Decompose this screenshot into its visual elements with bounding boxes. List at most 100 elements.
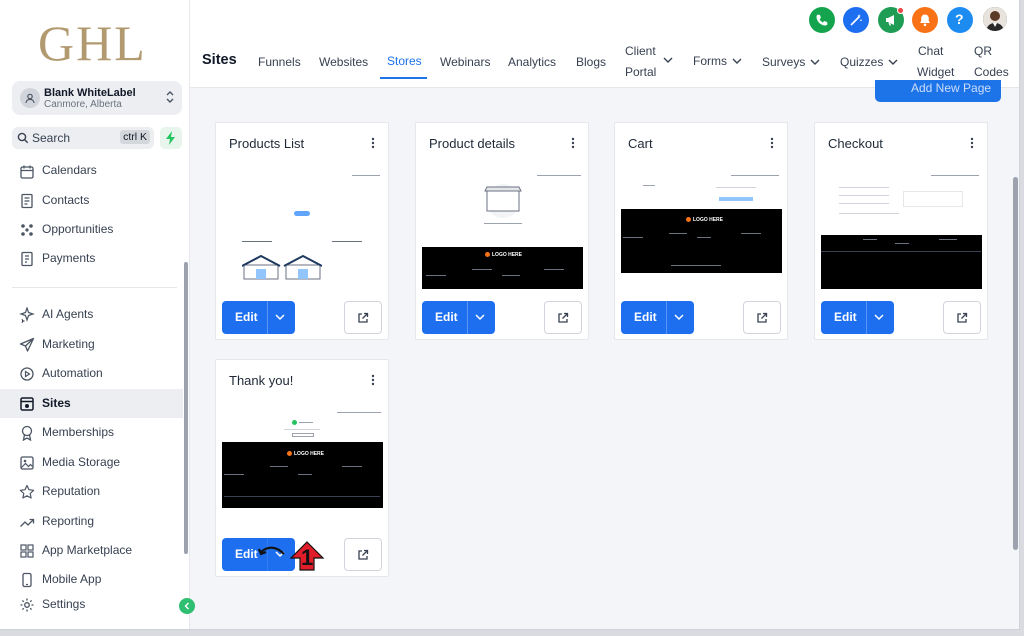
open-external-button[interactable] bbox=[344, 538, 382, 571]
tab-label-line1: Chat bbox=[918, 44, 944, 58]
tab-chat-widget[interactable]: Chat Widget bbox=[917, 44, 959, 80]
search-placeholder: Search bbox=[32, 131, 71, 145]
tab-analytics[interactable]: Analytics bbox=[508, 55, 556, 69]
tab-webinars[interactable]: Webinars bbox=[440, 55, 490, 69]
account-switcher[interactable]: Blank WhiteLabel Canmore, Alberta bbox=[12, 81, 182, 115]
open-external-button[interactable] bbox=[743, 301, 781, 334]
tab-client-portal[interactable]: Client Portal bbox=[625, 44, 675, 80]
search-input[interactable]: Search ctrl K bbox=[12, 127, 154, 149]
edit-button[interactable]: Edit bbox=[422, 301, 495, 334]
sidebar-item-label: Payments bbox=[42, 251, 96, 265]
sidebar-item-label: Automation bbox=[42, 366, 103, 380]
sidebar-item-reputation[interactable]: Reputation bbox=[0, 477, 183, 506]
external-link-icon bbox=[957, 312, 968, 323]
open-external-button[interactable] bbox=[344, 301, 382, 334]
chevron-down-icon[interactable] bbox=[275, 313, 285, 321]
tab-label: Forms bbox=[693, 54, 727, 68]
sidebar-item-ai-agents[interactable]: AI Agents bbox=[0, 300, 183, 329]
app-window: GHL Blank WhiteLabel Canmore, Alberta Se… bbox=[0, 0, 1020, 630]
calendar-icon bbox=[20, 165, 34, 179]
card-title: Product details bbox=[429, 136, 515, 151]
notifications-button[interactable] bbox=[912, 7, 938, 33]
sidebar-item-label: Contacts bbox=[42, 193, 90, 207]
brand-logo[interactable]: GHL bbox=[38, 14, 147, 72]
sidebar-item-app-marketplace[interactable]: App Marketplace bbox=[0, 536, 183, 565]
search-icon bbox=[17, 132, 29, 144]
external-link-icon bbox=[558, 312, 569, 323]
main-scrollbar[interactable] bbox=[1013, 177, 1018, 550]
tab-websites[interactable]: Websites bbox=[319, 55, 368, 69]
edit-button[interactable]: Edit bbox=[222, 301, 295, 334]
add-new-page-button[interactable]: Add New Page bbox=[875, 80, 1001, 102]
avatar[interactable] bbox=[983, 7, 1007, 31]
sidebar-item-opportunities[interactable]: Opportunities bbox=[0, 215, 183, 244]
sidebar-item-sites[interactable]: Sites bbox=[0, 389, 183, 418]
sidebar-item-automation[interactable]: Automation bbox=[0, 359, 183, 388]
more-vertical-icon[interactable] bbox=[571, 137, 575, 149]
star-icon bbox=[19, 484, 35, 499]
sidebar-item-settings[interactable]: Settings bbox=[0, 590, 183, 619]
tab-funnels[interactable]: Funnels bbox=[258, 55, 301, 69]
sidebar-item-contacts[interactable]: Contacts bbox=[0, 186, 183, 215]
sidebar-item-calendars[interactable]: Calendars bbox=[0, 157, 183, 186]
edit-label: Edit bbox=[435, 310, 458, 324]
tab-qr-codes[interactable]: QR Codes bbox=[974, 44, 1014, 80]
sidebar-scrollbar[interactable] bbox=[184, 262, 188, 554]
external-link-icon bbox=[358, 312, 369, 323]
sidebar-item-marketing[interactable]: Marketing bbox=[0, 330, 183, 359]
sidebar-item-reporting[interactable]: Reporting bbox=[0, 507, 183, 536]
chevron-updown-icon bbox=[165, 89, 175, 110]
tab-label-line2: Portal bbox=[625, 65, 657, 79]
search-shortcut: ctrl K bbox=[120, 130, 150, 144]
chevron-down-icon[interactable] bbox=[874, 313, 884, 321]
quick-actions-button[interactable] bbox=[160, 127, 182, 149]
tab-surveys[interactable]: Surveys bbox=[762, 55, 822, 71]
add-new-page-label: Add New Page bbox=[911, 81, 992, 95]
location-icon bbox=[20, 88, 40, 108]
page-card-checkout[interactable]: Checkout Edit bbox=[814, 122, 988, 340]
page-thumbnail[interactable]: LOGO HERE bbox=[422, 173, 583, 289]
page-card-product-details[interactable]: Product details LOGO HERE Edit bbox=[415, 122, 589, 340]
chevron-down-icon[interactable] bbox=[475, 313, 485, 321]
tab-label: Quizzes bbox=[840, 55, 884, 69]
megaphone-icon bbox=[886, 15, 894, 26]
tab-blogs[interactable]: Blogs bbox=[576, 55, 606, 69]
phone-button[interactable] bbox=[809, 7, 835, 33]
tab-quizzes[interactable]: Quizzes bbox=[840, 55, 900, 71]
image-icon bbox=[20, 456, 34, 470]
send-icon bbox=[19, 337, 35, 352]
tab-label-line1: QR bbox=[974, 44, 992, 58]
collapse-sidebar-button[interactable] bbox=[179, 598, 195, 614]
automation-icon bbox=[20, 367, 34, 381]
more-vertical-icon[interactable] bbox=[770, 137, 774, 149]
sidebar-item-payments[interactable]: Payments bbox=[0, 244, 183, 273]
more-vertical-icon[interactable] bbox=[970, 137, 974, 149]
page-card-products-list[interactable]: Products List Edit bbox=[215, 122, 389, 340]
sidebar-item-label: Marketing bbox=[42, 337, 95, 351]
open-external-button[interactable] bbox=[544, 301, 582, 334]
edit-button[interactable]: Edit bbox=[621, 301, 694, 334]
sidebar-item-label: Settings bbox=[42, 597, 86, 611]
more-vertical-icon[interactable] bbox=[371, 137, 375, 149]
tab-label-line2: Codes bbox=[974, 65, 1009, 79]
page-thumbnail[interactable] bbox=[222, 173, 383, 289]
more-vertical-icon[interactable] bbox=[371, 374, 375, 386]
tab-stores[interactable]: Stores bbox=[387, 54, 422, 68]
open-external-button[interactable] bbox=[943, 301, 981, 334]
magic-button[interactable] bbox=[843, 7, 869, 33]
chevron-down-icon[interactable] bbox=[674, 313, 684, 321]
page-card-cart[interactable]: Cart LOGO HERE Edit bbox=[614, 122, 788, 340]
page-thumbnail[interactable]: LOGO HERE bbox=[222, 410, 383, 516]
sidebar-item-label: Calendars bbox=[42, 163, 97, 177]
help-icon: ? bbox=[955, 11, 964, 27]
page-thumbnail[interactable] bbox=[821, 173, 982, 289]
sidebar-item-memberships[interactable]: Memberships bbox=[0, 418, 183, 447]
sidebar-item-media-storage[interactable]: Media Storage bbox=[0, 448, 183, 477]
active-tab-indicator bbox=[380, 77, 427, 79]
edit-button[interactable]: Edit bbox=[821, 301, 894, 334]
tab-forms[interactable]: Forms bbox=[693, 54, 745, 70]
chevron-down-icon bbox=[810, 59, 820, 65]
sidebar-item-label: AI Agents bbox=[42, 307, 94, 321]
help-button[interactable]: ? bbox=[947, 7, 973, 33]
page-thumbnail[interactable]: LOGO HERE bbox=[621, 173, 782, 289]
